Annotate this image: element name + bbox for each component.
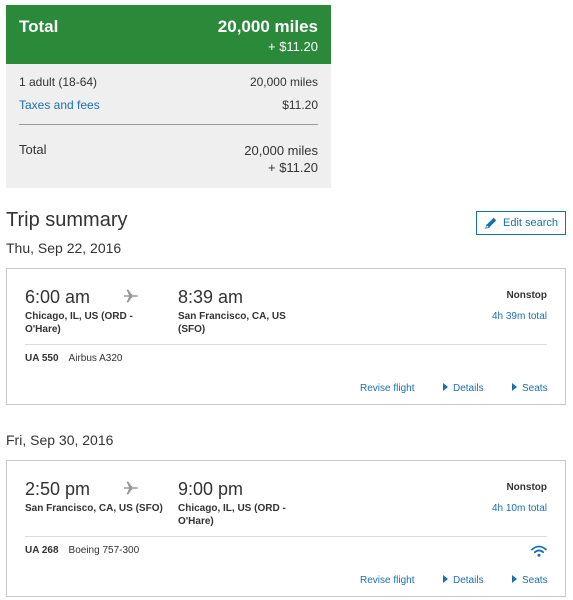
seats-label: Seats — [522, 575, 548, 586]
depart-city-line2: O'Hare) — [25, 324, 61, 335]
arrive-city-line1: San Francisco, CA, US — [178, 311, 286, 322]
divider — [25, 344, 547, 345]
flight-card-2: 2:50 pm 9:00 pm San Francisco, CA, US (S… — [6, 460, 566, 597]
caret-right-icon — [512, 383, 517, 392]
total-row: Total 20,000 miles + $11.20 — [19, 142, 318, 175]
depart-city-line1: Chicago, IL, US (ORD - — [25, 311, 133, 322]
flight-number: UA 268 — [25, 545, 59, 556]
taxes-row: Taxes and fees $11.20 — [19, 98, 318, 112]
plane-icon — [124, 289, 138, 303]
wifi-icon — [531, 545, 547, 557]
arrive-city: San Francisco, CA, US (SFO) — [178, 310, 293, 336]
taxes-value: $11.20 — [282, 98, 318, 112]
arrive-city: Chicago, IL, US (ORD - O'Hare) — [178, 502, 293, 528]
duration-label: 4h 39m total — [491, 311, 547, 322]
arrive-city-line1: Chicago, IL, US (ORD - — [178, 503, 286, 514]
depart-city: San Francisco, CA, US (SFO) — [25, 502, 165, 515]
flight-card-1: 6:00 am 8:39 am Chicago, IL, US (ORD - O… — [6, 268, 566, 405]
flight-info: UA 268 Boeing 757-300 — [25, 545, 139, 556]
details-link[interactable]: Details — [443, 575, 484, 586]
adult-fare-row: 1 adult (18-64) 20,000 miles — [19, 75, 318, 89]
revise-flight-link[interactable]: Revise flight — [360, 575, 414, 586]
flight-info: UA 550 Airbus A320 — [25, 353, 122, 364]
arrive-city-line2: O'Hare) — [178, 516, 214, 527]
depart-time: 2:50 pm — [25, 479, 91, 499]
header-total-fee: + $11.20 — [267, 39, 318, 54]
total-miles: 20,000 miles — [244, 143, 318, 158]
details-label: Details — [453, 383, 484, 394]
pencil-icon — [485, 217, 497, 229]
total-value: 20,000 miles + $11.20 — [244, 142, 318, 176]
total-label: Total — [19, 142, 47, 157]
caret-right-icon — [443, 383, 448, 392]
arrive-time: 9:00 pm — [178, 479, 244, 499]
depart-city-line1: San Francisco, CA, US (SFO) — [25, 503, 163, 514]
header-total-miles: 20,000 miles — [217, 17, 318, 36]
arrive-city-line2: (SFO) — [178, 324, 206, 335]
edit-search-label: Edit search — [502, 217, 559, 229]
depart-city: Chicago, IL, US (ORD - O'Hare) — [25, 310, 140, 336]
total-fee: + $11.20 — [267, 160, 318, 175]
edit-search-button[interactable]: Edit search — [476, 211, 566, 235]
duration-label: 4h 10m total — [491, 503, 547, 514]
price-summary-header: Total 20,000 miles + $11.20 — [6, 5, 331, 64]
arrive-time: 8:39 am — [178, 287, 244, 307]
aircraft-type: Airbus A320 — [68, 353, 123, 364]
price-breakdown: 1 adult (18-64) 20,000 miles Taxes and f… — [6, 64, 331, 188]
seats-link[interactable]: Seats — [512, 575, 548, 586]
flight-1-date: Thu, Sep 22, 2016 — [6, 240, 122, 256]
details-link[interactable]: Details — [443, 383, 484, 394]
taxes-and-fees-link[interactable]: Taxes and fees — [19, 98, 100, 112]
divider — [19, 124, 318, 125]
flight-number: UA 550 — [25, 353, 59, 364]
adult-fare-value: 20,000 miles — [249, 75, 318, 89]
plane-icon — [124, 481, 138, 495]
caret-right-icon — [512, 575, 517, 584]
details-label: Details — [453, 575, 484, 586]
adult-fare-label: 1 adult (18-64) — [19, 75, 98, 89]
aircraft-type: Boeing 757-300 — [68, 545, 140, 556]
depart-time: 6:00 am — [25, 287, 91, 307]
flight-2-date: Fri, Sep 30, 2016 — [6, 432, 114, 448]
header-total-label: Total — [19, 17, 59, 36]
divider — [25, 536, 547, 537]
stops-label: Nonstop — [506, 290, 547, 301]
caret-right-icon — [443, 575, 448, 584]
seats-label: Seats — [522, 383, 548, 394]
price-summary: Total 20,000 miles + $11.20 1 adult (18-… — [6, 5, 331, 188]
stops-label: Nonstop — [506, 482, 547, 493]
trip-summary-title: Trip summary — [6, 209, 128, 231]
revise-flight-link[interactable]: Revise flight — [360, 383, 414, 394]
seats-link[interactable]: Seats — [512, 383, 548, 394]
